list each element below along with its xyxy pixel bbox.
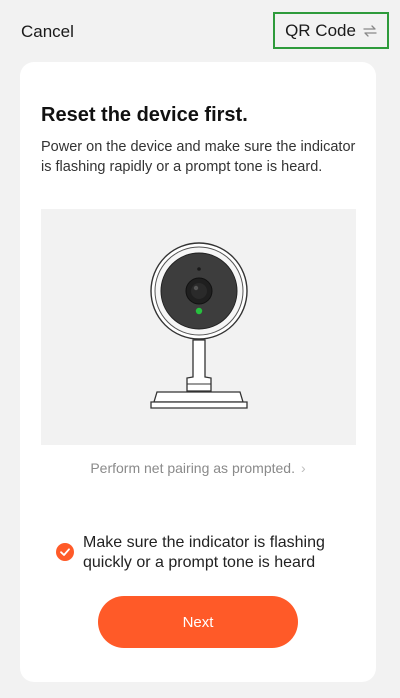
page-title: Reset the device first. — [41, 104, 248, 126]
camera-illustration — [41, 209, 356, 445]
instruction-text: Power on the device and make sure the in… — [41, 139, 356, 175]
top-bar: Cancel QR Code — [0, 0, 400, 62]
indicator-confirm-checkbox[interactable]: Make sure the indicator is flashing quic… — [56, 533, 356, 573]
net-pairing-link[interactable]: Perform net pairing as prompted. › — [20, 460, 376, 476]
qr-code-label: QR Code — [285, 20, 356, 40]
next-button[interactable]: Next — [98, 596, 298, 648]
swap-arrows-icon — [363, 24, 377, 37]
chevron-right-icon: › — [300, 460, 306, 476]
cancel-button[interactable]: Cancel — [21, 22, 74, 42]
security-camera-icon — [150, 242, 248, 409]
qr-code-button[interactable]: QR Code — [273, 12, 389, 49]
indicator-confirm-label: Make sure the indicator is flashing quic… — [83, 534, 325, 571]
checkmark-circle-icon — [56, 543, 74, 561]
reset-instructions-card: Reset the device first. Power on the dev… — [20, 62, 376, 682]
net-pairing-text: Perform net pairing as prompted. — [90, 460, 295, 476]
